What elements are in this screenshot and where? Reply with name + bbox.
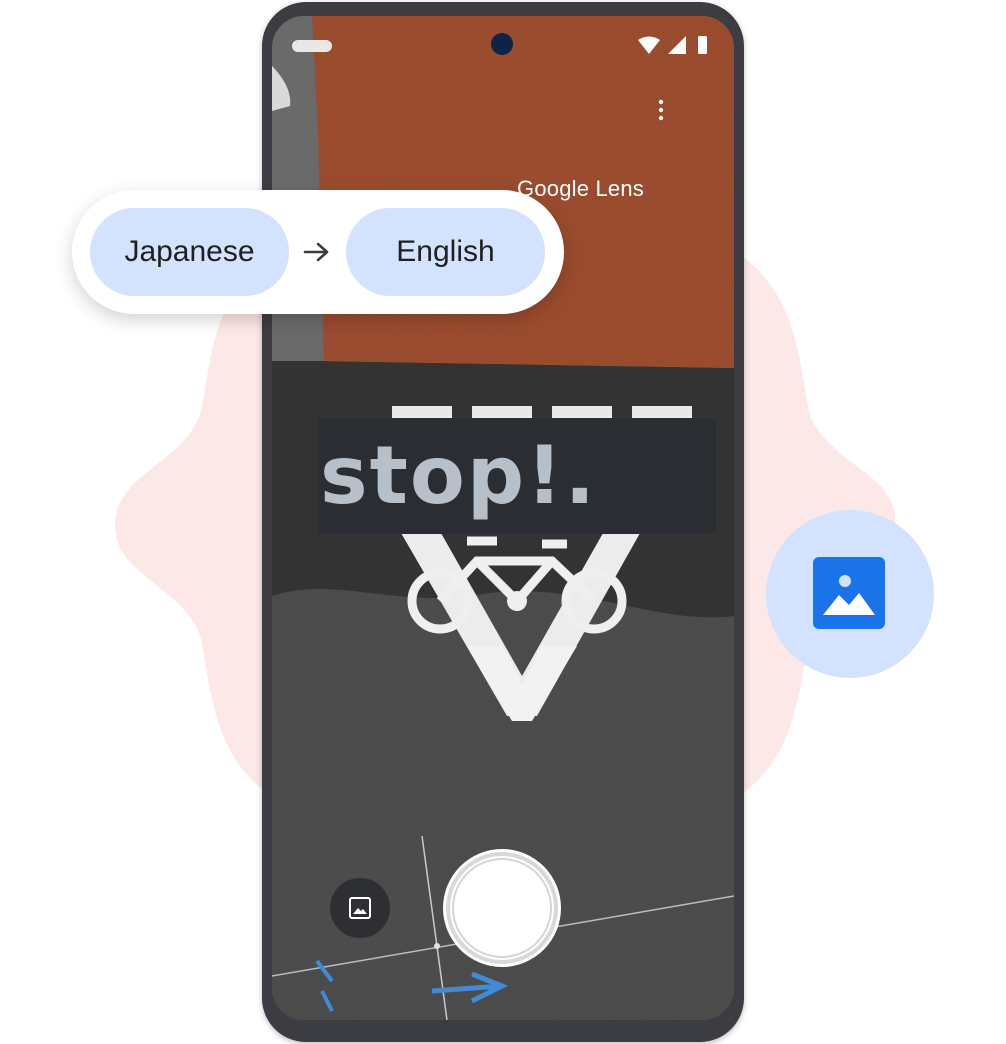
floating-image-button[interactable]	[766, 510, 934, 678]
battery-icon	[698, 36, 707, 54]
image-icon	[813, 557, 885, 629]
language-selector: Japanese English	[72, 190, 564, 314]
image-icon	[349, 897, 371, 919]
app-bar: Google Lens	[272, 96, 644, 201]
gallery-button[interactable]	[330, 878, 390, 938]
wifi-icon	[638, 36, 660, 54]
camera-viewfinder[interactable]: stop!. Google Lens	[272, 16, 734, 1020]
promo-stage: stop!. Google Lens Japanese English	[0, 0, 1006, 1044]
translated-text[interactable]: stop!.	[320, 418, 720, 534]
shutter-button[interactable]	[446, 852, 558, 964]
signal-icon	[668, 36, 686, 54]
status-bar	[272, 16, 734, 72]
source-language-chip[interactable]: Japanese	[90, 208, 289, 296]
status-icons	[638, 36, 707, 54]
arrow-right-icon	[303, 242, 329, 262]
status-pill	[292, 40, 332, 52]
phone-frame: stop!. Google Lens	[262, 2, 744, 1042]
front-camera	[491, 33, 513, 55]
more-vert-icon[interactable]	[656, 98, 666, 122]
shutter-inner-ring	[452, 858, 552, 958]
target-language-chip[interactable]: English	[346, 208, 545, 296]
